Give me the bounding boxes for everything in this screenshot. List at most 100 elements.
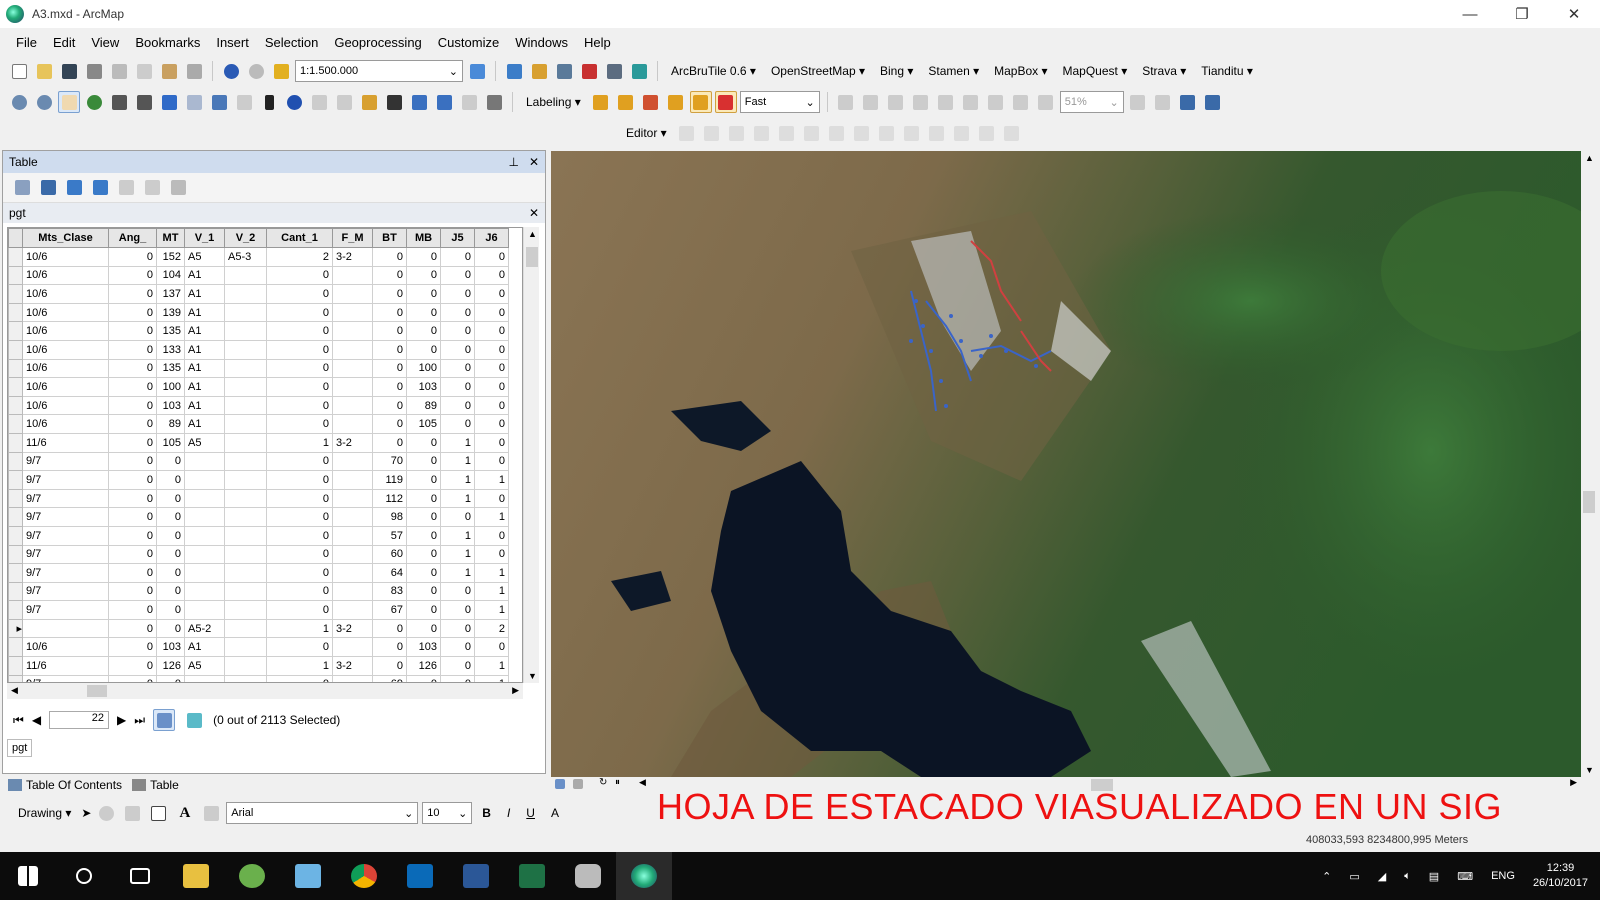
table-cell[interactable]: 0 (440, 321, 475, 341)
table-cell[interactable]: 1 (474, 674, 509, 682)
font-color-icon[interactable]: A (545, 806, 565, 820)
table-cell[interactable]: A1 (184, 265, 225, 286)
table-cell[interactable]: 70 (372, 451, 407, 472)
column-header[interactable]: J5 (440, 228, 475, 248)
table-cell[interactable]: 89 (156, 414, 185, 434)
table-cell[interactable] (184, 581, 225, 602)
table-row[interactable]: 10/6 0 103 A1 0 0 89 0 0 (8, 395, 509, 416)
menu-customize[interactable]: Customize (430, 35, 507, 50)
table-cell[interactable] (332, 488, 373, 509)
table-cell[interactable]: 57 (372, 525, 407, 546)
table-cell[interactable]: 1 (440, 563, 475, 583)
table-cell[interactable]: 0 (406, 581, 441, 602)
table-cell[interactable]: 0 (108, 618, 157, 639)
layout-icon-1[interactable] (835, 91, 857, 113)
table-cell[interactable]: A1 (184, 284, 225, 304)
scroll-up-icon[interactable]: ▲ (1585, 153, 1594, 163)
row-selector[interactable] (8, 302, 23, 323)
table-cell[interactable] (332, 600, 373, 620)
table-cell[interactable]: 10/6 (22, 637, 109, 658)
table-cell[interactable]: 1 (474, 470, 509, 490)
table-cell[interactable]: 0 (406, 321, 441, 341)
table-cell[interactable]: 0 (156, 581, 185, 602)
table-cell[interactable]: 3-2 (332, 656, 373, 676)
layout-icon-2[interactable] (860, 91, 882, 113)
table-cell[interactable]: 0 (474, 302, 509, 323)
table-cell[interactable]: 0 (440, 618, 475, 639)
column-header[interactable]: MB (406, 228, 441, 248)
basemap-arcbrutile[interactable]: ArcBruTile 0.6 ▾ (665, 64, 762, 78)
table-cell[interactable] (184, 563, 225, 583)
label-quality-combo[interactable]: Fast ⌄ (739, 91, 820, 113)
column-header[interactable]: MT (156, 228, 185, 248)
table-cell[interactable]: 1 (474, 581, 509, 602)
table-cell[interactable]: 0 (108, 656, 157, 676)
table-cell[interactable]: A1 (184, 339, 225, 360)
table-cell[interactable]: 0 (474, 265, 509, 286)
table-cell[interactable]: 0 (108, 432, 157, 453)
row-selector[interactable] (8, 507, 23, 527)
table-row[interactable]: 10/6 0 89 A1 0 0 105 0 0 (8, 414, 509, 434)
table-cell[interactable]: 0 (474, 284, 509, 304)
table-cell[interactable]: 10/6 (22, 358, 109, 379)
row-selector[interactable] (8, 581, 23, 602)
fixed-zoom-in-icon[interactable] (108, 91, 130, 113)
table-cell[interactable]: 0 (108, 507, 157, 527)
table-cell[interactable]: 0 (474, 525, 509, 546)
table-cell[interactable]: 105 (156, 432, 185, 453)
row-selector[interactable] (8, 656, 23, 676)
labeling-menu[interactable]: Labeling ▾ (520, 95, 587, 109)
row-selector[interactable] (8, 488, 23, 509)
find-icon[interactable] (383, 91, 405, 113)
table-cell[interactable]: 0 (108, 544, 157, 565)
table-cell[interactable]: A1 (184, 395, 225, 416)
table-cell[interactable]: A5 (184, 656, 225, 676)
paste-icon[interactable] (158, 60, 180, 82)
chrome-icon[interactable] (336, 852, 392, 900)
table-cell[interactable]: 10/6 (22, 377, 109, 397)
table-cell[interactable]: 0 (108, 339, 157, 360)
pin-icon[interactable]: ⊥ (508, 155, 518, 169)
table-cell[interactable]: 1 (266, 432, 333, 453)
table-row[interactable]: 10/6 0 137 A1 0 0 0 0 0 (8, 284, 509, 304)
tab-table[interactable]: Table (132, 778, 179, 792)
table-cell[interactable]: 0 (266, 265, 333, 286)
table-cell[interactable] (224, 600, 267, 620)
table-cell[interactable]: 0 (266, 507, 333, 527)
table-cell[interactable]: 3-2 (332, 432, 373, 453)
table-cell[interactable]: 0 (266, 395, 333, 416)
full-extent-icon[interactable] (83, 91, 105, 113)
font-name-combo[interactable]: Arial ⌄ (226, 802, 419, 824)
model-builder-icon[interactable] (628, 60, 650, 82)
table-cell[interactable]: 0 (108, 488, 157, 509)
table-cell[interactable] (224, 618, 267, 639)
scroll-up-icon[interactable]: ▲ (528, 229, 537, 239)
layout-icon-8[interactable] (1010, 91, 1032, 113)
table-cell[interactable]: 0 (440, 414, 475, 434)
table-cell[interactable] (184, 544, 225, 565)
table-cell[interactable]: 9/7 (22, 600, 109, 620)
table-cell[interactable] (332, 637, 373, 658)
table-cell[interactable]: 9/7 (22, 563, 109, 583)
redo-icon[interactable] (245, 60, 267, 82)
table-cell[interactable]: 0 (440, 507, 475, 527)
table-cell[interactable] (224, 656, 267, 676)
arccatalog-icon[interactable] (503, 60, 525, 82)
table-cell[interactable]: A1 (184, 358, 225, 379)
table-cell[interactable]: 0 (406, 563, 441, 583)
table-cell[interactable]: 0 (156, 600, 185, 620)
table-cell[interactable]: 0 (108, 525, 157, 546)
table-cell[interactable]: 10/6 (22, 321, 109, 341)
close-button[interactable]: ✕ (1548, 0, 1600, 28)
table-cell[interactable] (332, 507, 373, 527)
table-cell[interactable] (224, 377, 267, 397)
scroll-down-icon[interactable]: ▼ (528, 671, 537, 681)
table-row[interactable]: 9/7 0 0 0 83 0 0 1 (8, 581, 509, 602)
current-record-field[interactable]: 22 (49, 711, 110, 729)
table-cell[interactable]: 1 (440, 432, 475, 453)
label-manager-icon[interactable] (590, 91, 612, 113)
delete-icon[interactable] (167, 177, 189, 199)
table-cell[interactable] (184, 507, 225, 527)
table-cell[interactable]: 0 (440, 302, 475, 323)
table-cell[interactable]: 105 (406, 414, 441, 434)
